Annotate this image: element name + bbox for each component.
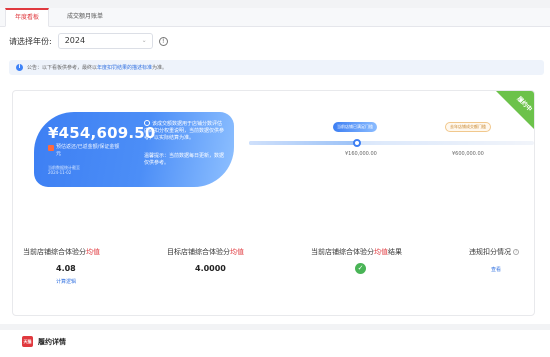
threshold-value-1: ¥160,000.00 bbox=[345, 151, 377, 157]
chevron-down-icon: ⌄ bbox=[141, 37, 147, 44]
amount-panel: ¥454,609.50 预估返还/已返金额/保证金额元 当前数据统计截至 202… bbox=[34, 112, 234, 187]
amount-value: ¥454,609.50 bbox=[48, 124, 156, 142]
notice-bar: i 公告：以下看板供参考，最终以 年度扣罚结果的描述标准 为准。 bbox=[9, 60, 544, 75]
metric-score-result: 当前店铺综合体验分均值结果 ✓ bbox=[311, 247, 402, 274]
threshold-value-2: ¥600,000.00 bbox=[452, 151, 484, 157]
tab-annual-board[interactable]: 年度看板 bbox=[5, 8, 49, 27]
status-ribbon: 履约中 bbox=[495, 91, 534, 130]
notice-after-text: 为准。 bbox=[152, 65, 168, 71]
notice-info-icon: i bbox=[16, 64, 23, 71]
metric-current-score: 当前店铺综合体验分均值 4.08 计算逻辑 bbox=[23, 247, 100, 285]
metric-target-score: 目标店铺综合体验分均值 4.0000 bbox=[167, 247, 244, 273]
performance-section: 天猫 履约详情 bbox=[0, 330, 550, 357]
performance-title: 履约详情 bbox=[38, 338, 66, 346]
metric-title: 当前店铺综合体验分均值 bbox=[23, 248, 100, 256]
view-link[interactable]: 查看 bbox=[469, 266, 519, 273]
current-threshold-tag: 当前店铺已满足门槛 bbox=[333, 122, 377, 132]
last-year-threshold-tag: 去年店铺成交额门槛 bbox=[445, 122, 491, 132]
metric-title: 当前店铺综合体验分均值结果 bbox=[311, 248, 402, 256]
info-icon[interactable]: ! bbox=[158, 36, 168, 46]
metric-value: 4.08 bbox=[56, 264, 76, 273]
amount-explain: 该成交额数据用于店铺分数评估内的扣分权重说明，当前数据仅供参考，以实际结算为准。 bbox=[144, 120, 225, 141]
progress-fill bbox=[249, 141, 358, 145]
year-value: 2024 bbox=[64, 36, 86, 45]
notice-link[interactable]: 年度扣罚结果的描述标准 bbox=[97, 64, 152, 71]
gift-icon bbox=[48, 145, 54, 151]
help-icon[interactable]: ? bbox=[513, 249, 519, 255]
contract-card: 履约中 ¥454,609.50 预估返还/已返金额/保证金额元 当前数据统计截至… bbox=[12, 90, 535, 316]
metric-value: 4.0000 bbox=[195, 264, 226, 273]
calc-logic-link[interactable]: 计算逻辑 bbox=[23, 278, 100, 285]
notice-text: 公告：以下看板供参考，最终以 bbox=[27, 65, 98, 71]
main-panel: 请选择年份: 2024 ⌄ ! i 公告：以下看板供参考，最终以 年度扣罚结果的… bbox=[0, 27, 550, 357]
tab-monthly-bill[interactable]: 成交额月账单 bbox=[58, 8, 112, 27]
metric-title: 目标店铺综合体验分均值 bbox=[167, 248, 244, 256]
check-icon: ✓ bbox=[355, 263, 366, 274]
metric-violations: 违规扣分情况? 查看 bbox=[469, 247, 519, 273]
stat-date-note: 当前数据统计截至 2024-11-02 bbox=[48, 165, 80, 175]
tab-bar: 年度看板 成交额月账单 bbox=[0, 8, 550, 27]
clock-icon bbox=[144, 120, 150, 126]
tmall-logo-icon: 天猫 bbox=[22, 336, 33, 347]
metric-title: 违规扣分情况? bbox=[469, 248, 519, 256]
metrics-row: 当前店铺综合体验分均值 4.08 计算逻辑 目标店铺综合体验分均值 4.0000… bbox=[13, 247, 534, 297]
amount-desc: 预估返还/已返金额/保证金额元 bbox=[56, 144, 120, 157]
threshold-progress: 当前店铺已满足门槛 去年店铺成交额门槛 ¥160,000.00 ¥600,000… bbox=[249, 122, 534, 157]
progress-thumb bbox=[353, 139, 362, 147]
amount-tip: 温馨提示：当前数据每日更新，数据仅供参考。 bbox=[144, 153, 225, 166]
year-label: 请选择年份: bbox=[9, 36, 52, 46]
year-filter: 请选择年份: 2024 ⌄ ! bbox=[9, 33, 168, 49]
year-select[interactable]: 2024 ⌄ bbox=[57, 33, 153, 49]
